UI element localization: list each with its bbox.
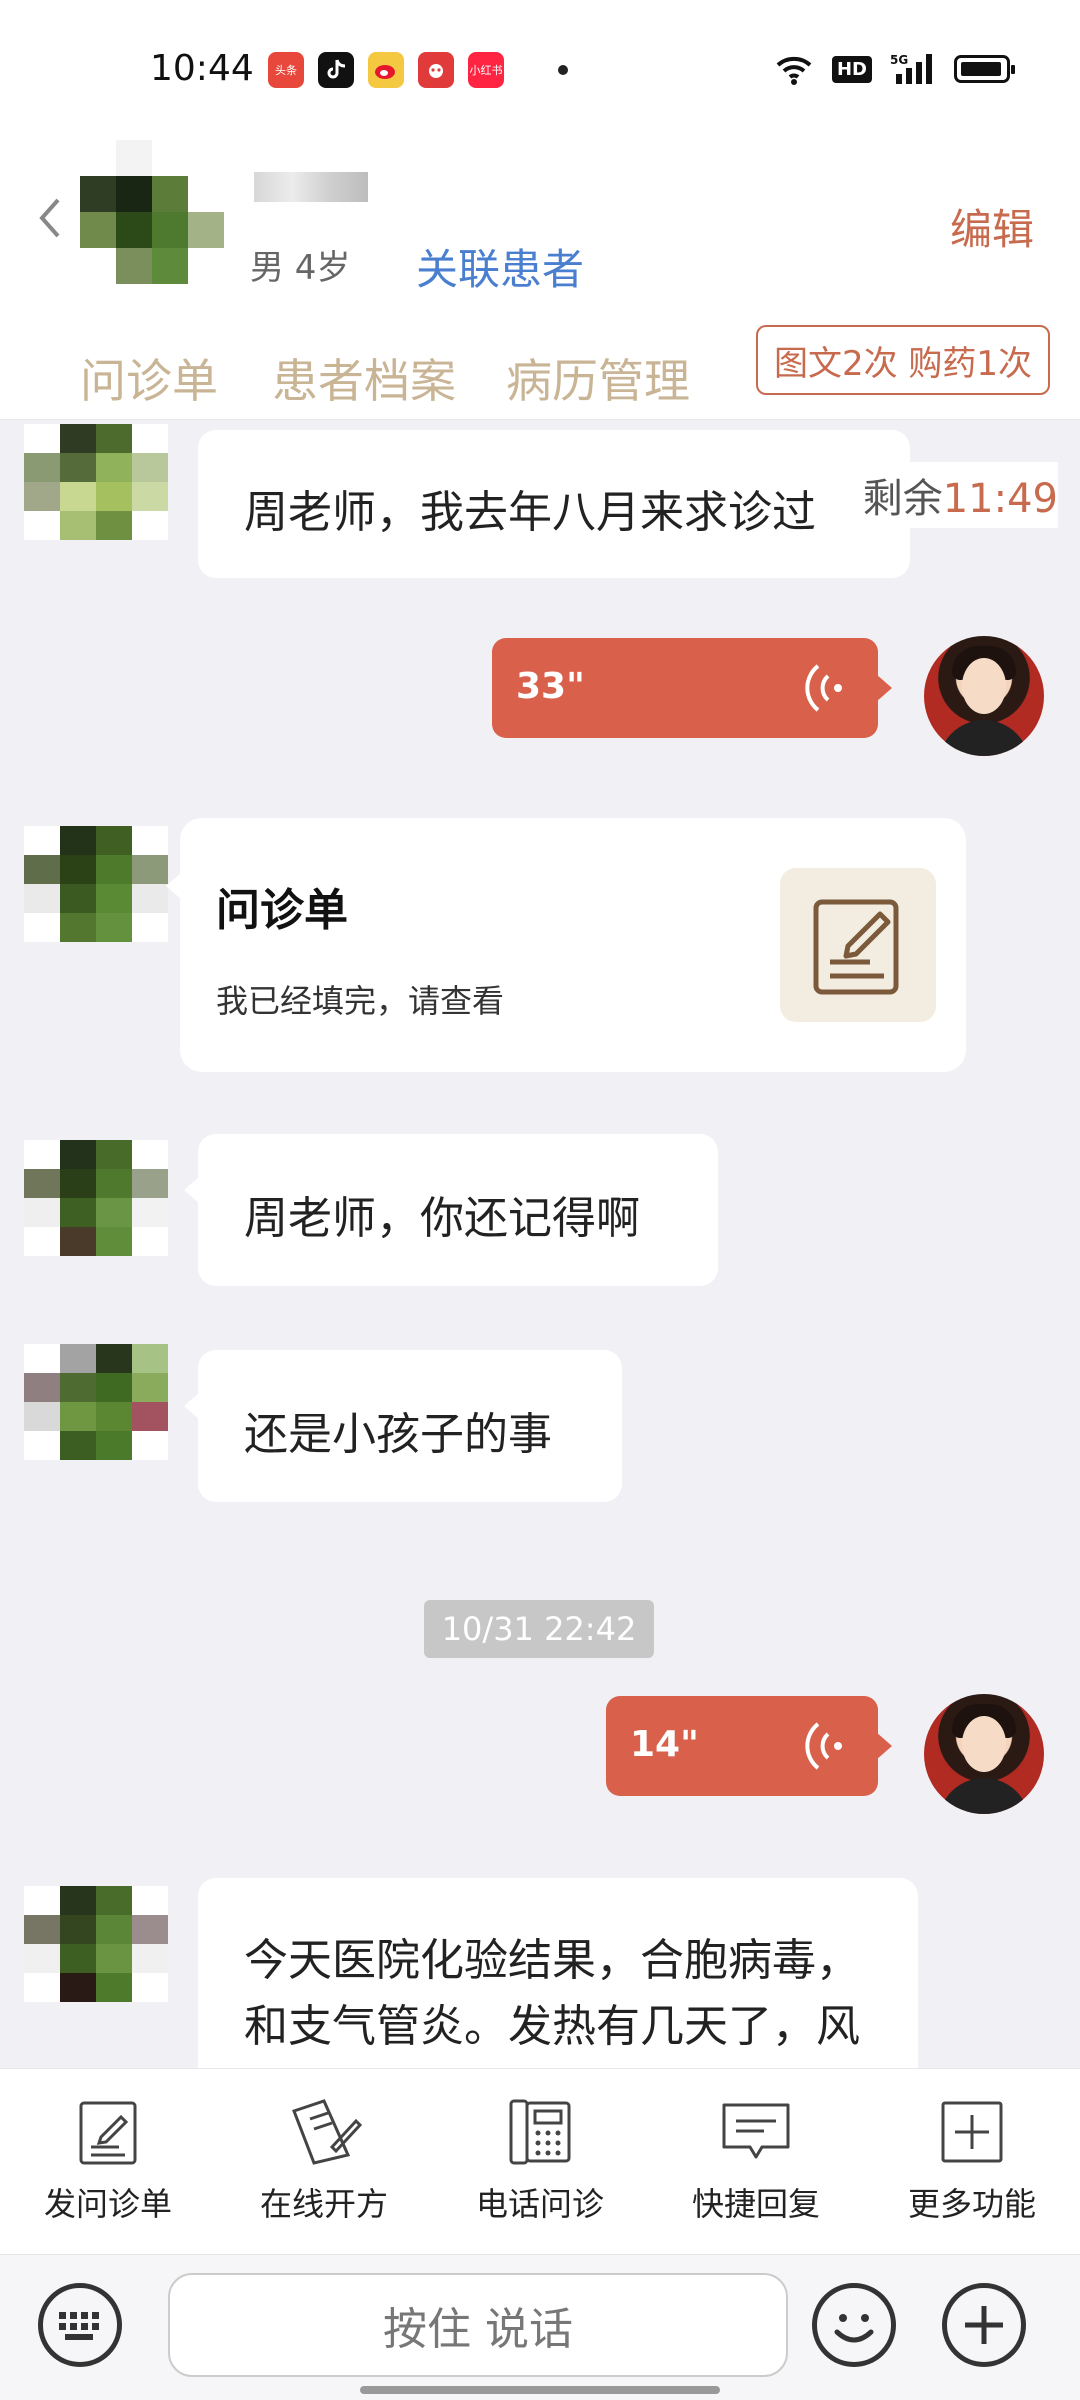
input-bar: 按住 说话 [0, 2254, 1080, 2400]
keyboard-icon[interactable] [38, 2283, 122, 2367]
remaining-time-value: 11:49 [942, 476, 1058, 522]
chat-header: 男 4岁 关联患者 编辑 问诊单 患者档案 病历管理 图文2次 购药1次 [0, 140, 1080, 420]
back-icon[interactable] [34, 196, 64, 240]
home-indicator[interactable] [360, 2386, 720, 2394]
form-edit-icon [79, 2101, 137, 2165]
edit-button[interactable]: 编辑 [950, 196, 1034, 257]
patient-avatar[interactable] [24, 1344, 168, 1460]
tiktok-icon [318, 52, 354, 88]
quota-badge[interactable]: 图文2次 购药1次 [756, 325, 1050, 395]
tool-label: 发问诊单 [43, 2185, 172, 2223]
quick-reply-button[interactable]: 快捷回复 [648, 2097, 864, 2225]
patient-avatar[interactable] [24, 424, 168, 540]
wifi-icon [776, 56, 812, 85]
form-edit-icon [780, 868, 936, 1022]
tab-records[interactable]: 病历管理 [506, 345, 690, 411]
voice-wave-icon [805, 1722, 842, 1770]
remaining-label: 剩余 [862, 476, 943, 522]
card-subtitle: 我已经填完，请查看 [216, 982, 505, 1020]
emoji-icon[interactable] [812, 2283, 896, 2367]
link-patient-button[interactable]: 关联患者 [416, 236, 584, 297]
message-text: 周老师，你还记得啊 [244, 1193, 640, 1244]
svg-text:5G: 5G [890, 53, 908, 67]
toutiao-icon: 头条 [268, 52, 304, 88]
prescription-icon [292, 2099, 363, 2165]
voice-message[interactable]: 14" [606, 1696, 892, 1796]
tool-label: 电话问诊 [475, 2185, 604, 2223]
message-text: 还是小孩子的事 [244, 1409, 552, 1460]
hd-icon: HD [831, 55, 872, 83]
patient-gender-age: 男 4岁 [250, 248, 351, 288]
tool-label: 快捷回复 [691, 2185, 820, 2223]
message-text: 周老师，我去年八月来求诊过 [244, 487, 816, 538]
voice-duration: 33" [516, 666, 585, 707]
system-icons: HD 5G [774, 52, 1015, 86]
tab-patient-file[interactable]: 患者档案 [272, 345, 456, 411]
send-form-button[interactable]: 发问诊单 [0, 2097, 216, 2225]
message-bubble[interactable]: 周老师，你还记得啊 [184, 1134, 718, 1286]
hold-to-talk-label: 按住 说话 [383, 2304, 573, 2355]
phone-icon [509, 2099, 571, 2165]
status-time: 10:44 [150, 48, 254, 89]
add-icon[interactable] [942, 2283, 1026, 2367]
message-timestamp: 10/31 22:42 [424, 1600, 654, 1658]
battery-icon [954, 55, 1015, 83]
message-bubble[interactable]: 周老师，我去年八月来求诊过 [198, 430, 910, 578]
patient-avatar[interactable] [24, 1886, 168, 2002]
voice-message[interactable]: 33" [492, 638, 892, 738]
card-title: 问诊单 [216, 885, 348, 936]
patient-avatar[interactable] [24, 1140, 168, 1256]
remaining-time: 剩余11:49 [854, 462, 1058, 528]
more-functions-button[interactable]: 更多功能 [864, 2097, 1080, 2225]
tool-label: 在线开方 [259, 2185, 388, 2223]
xiaohongshu-icon: 小红书 [468, 52, 504, 88]
notification-icons: 头条 小红书 [268, 52, 568, 88]
app-icon [418, 52, 454, 88]
voice-wave-icon [805, 664, 842, 712]
quick-reply-icon [722, 2103, 790, 2159]
more-notifications-dot [558, 65, 568, 75]
phone-consultation-button[interactable]: 电话问诊 [432, 2097, 648, 2225]
patient-name-blurred [254, 172, 368, 202]
doctor-avatar[interactable] [924, 636, 1044, 756]
signal-icon: 5G [890, 53, 932, 84]
online-prescription-button[interactable]: 在线开方 [216, 2097, 432, 2225]
voice-duration: 14" [630, 1724, 699, 1765]
quick-tools-bar: 发问诊单 在线开方 电话问诊 快捷回复 更多功能 [0, 2068, 1080, 2254]
tab-consultation-form[interactable]: 问诊单 [80, 345, 218, 411]
tool-label: 更多功能 [907, 2185, 1036, 2223]
status-bar: 10:44 头条 小红书 HD 5G [0, 0, 1080, 140]
more-icon [941, 2101, 1003, 2163]
patient-avatar[interactable] [80, 140, 224, 284]
message-bubble[interactable]: 还是小孩子的事 [184, 1350, 622, 1502]
patient-avatar[interactable] [24, 826, 168, 942]
consultation-form-card[interactable]: 问诊单 我已经填完，请查看 [166, 818, 966, 1072]
weibo-icon [368, 52, 404, 88]
hold-to-talk-button[interactable]: 按住 说话 [168, 2273, 788, 2377]
doctor-avatar[interactable] [924, 1694, 1044, 1814]
